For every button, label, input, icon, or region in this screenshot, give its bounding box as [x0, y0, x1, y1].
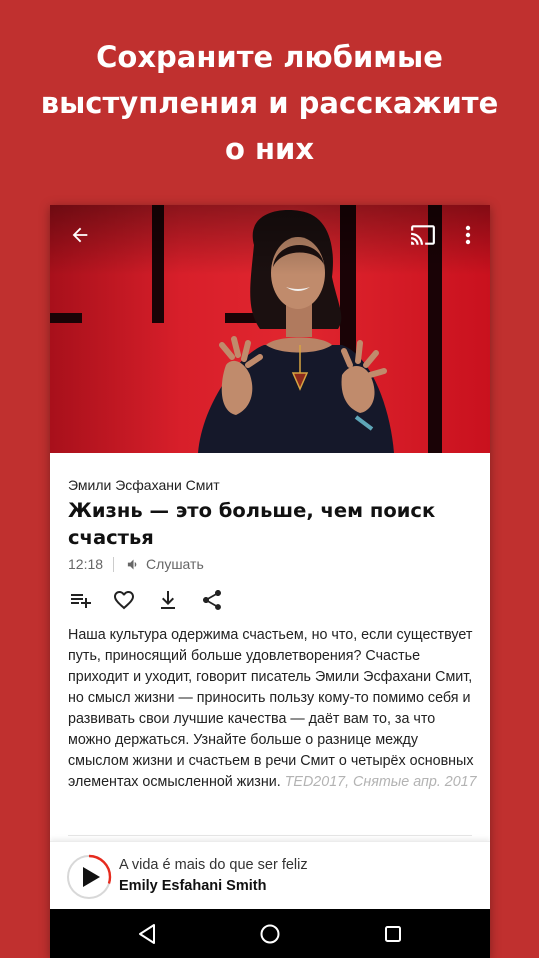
listen-label: Слушать	[146, 556, 204, 572]
share-icon	[203, 590, 221, 610]
play-button[interactable]	[66, 854, 112, 900]
player-speaker-name: Emily Esfahani Smith	[119, 878, 267, 894]
download-icon	[161, 591, 175, 609]
listen-button[interactable]: Слушать	[126, 556, 204, 572]
circle-home-icon	[260, 924, 280, 944]
favorite-button[interactable]	[112, 588, 136, 612]
promo-line-2: выступления и расскажите	[40, 86, 499, 120]
talk-title: Жизнь — это больше, чем поиск счастья	[68, 499, 436, 549]
arrow-back-icon	[72, 227, 88, 243]
description-text: Наша культура одержима счастьем, но что,…	[68, 627, 474, 790]
triangle-back-icon	[139, 924, 155, 944]
event-meta: TED2017, Снятые апр. 2017	[284, 774, 477, 790]
promo-line-3: о них	[224, 132, 315, 166]
promo-headline: Сохраните любимые выступления и расскажи…	[0, 34, 539, 172]
speaker-name[interactable]: Эмили Эсфахани Смит	[68, 477, 220, 493]
talk-video-thumbnail[interactable]	[50, 205, 490, 453]
nav-back-button[interactable]	[134, 921, 160, 947]
share-button[interactable]	[200, 588, 224, 612]
more-options-button[interactable]	[454, 219, 482, 251]
speaker-volume-icon	[127, 559, 137, 569]
promo-line-1: Сохраните любимые	[96, 40, 443, 74]
playlist-add-icon	[71, 594, 91, 608]
cast-icon	[411, 225, 435, 245]
phone-screen: Эмили Эсфахани Смит Жизнь — это больше, …	[50, 205, 490, 958]
player-track-title: A vida é mais do que ser feliz	[119, 857, 308, 873]
download-button[interactable]	[156, 588, 180, 612]
talk-meta: 12:18 Слушать	[68, 555, 204, 573]
system-navigation-bar	[50, 909, 490, 958]
nav-home-button[interactable]	[257, 921, 283, 947]
talk-actions	[68, 587, 244, 613]
nav-recents-button[interactable]	[380, 921, 406, 947]
mini-player[interactable]: A vida é mais do que ser feliz Emily Esf…	[50, 841, 490, 909]
more-vert-icon	[465, 225, 471, 245]
talk-description: Наша культура одержима счастьем, но что,…	[68, 625, 480, 793]
playback-progress-ring	[66, 854, 112, 900]
talk-duration: 12:18	[68, 556, 104, 572]
add-to-list-button[interactable]	[68, 588, 92, 612]
heart-icon	[114, 591, 134, 610]
meta-divider	[113, 556, 115, 572]
content-divider	[68, 835, 472, 836]
cast-button[interactable]	[406, 219, 440, 251]
square-recents-icon	[385, 926, 401, 942]
back-button[interactable]	[62, 219, 98, 251]
